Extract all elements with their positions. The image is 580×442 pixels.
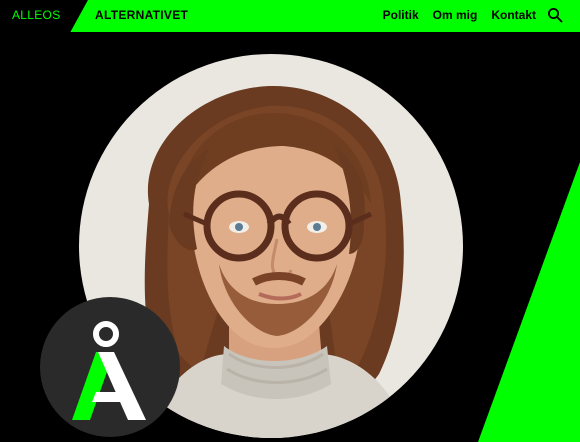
- search-icon[interactable]: [547, 7, 565, 25]
- brand-left-link[interactable]: ALLEOS: [12, 8, 61, 22]
- nav-item-om-mig[interactable]: Om mig: [433, 8, 478, 22]
- nav-item-kontakt[interactable]: Kontakt: [491, 8, 536, 22]
- top-navigation-bar: ALLEOS ALTERNATIVET Politik Om mig Konta…: [0, 0, 580, 32]
- alternativet-logo: [40, 297, 180, 437]
- nav-item-politik[interactable]: Politik: [383, 8, 419, 22]
- brand-right-link[interactable]: ALTERNATIVET: [95, 8, 188, 22]
- main-nav: Politik Om mig Kontakt: [383, 8, 536, 22]
- page: ALLEOS ALTERNATIVET Politik Om mig Konta…: [0, 0, 580, 442]
